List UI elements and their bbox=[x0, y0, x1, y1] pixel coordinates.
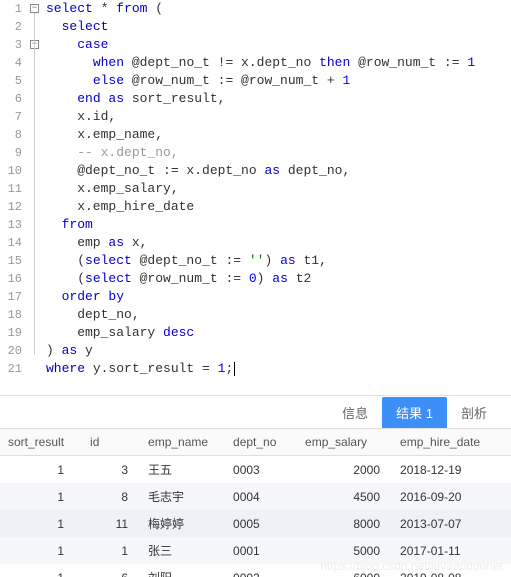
cell-emp_name: 刘阳 bbox=[140, 564, 225, 577]
cell-emp_salary: 8000 bbox=[297, 510, 392, 537]
code-line[interactable]: x.emp_name, bbox=[46, 126, 511, 144]
column-header-emp_salary[interactable]: emp_salary bbox=[297, 429, 392, 456]
line-number: 4 bbox=[0, 54, 22, 72]
tab-结果 1[interactable]: 结果 1 bbox=[382, 397, 447, 428]
line-number: 13 bbox=[0, 216, 22, 234]
line-number: 9 bbox=[0, 144, 22, 162]
code-line[interactable]: else @row_num_t := @row_num_t + 1 bbox=[46, 72, 511, 90]
cell-dept_no: 0003 bbox=[225, 456, 297, 484]
column-header-emp_name[interactable]: emp_name bbox=[140, 429, 225, 456]
line-number: 5 bbox=[0, 72, 22, 90]
code-line[interactable]: end as sort_result, bbox=[46, 90, 511, 108]
table-row[interactable]: 111梅婷婷000580002013-07-07 bbox=[0, 510, 511, 537]
code-line[interactable]: ) as y bbox=[46, 342, 511, 360]
code-line[interactable]: x.id, bbox=[46, 108, 511, 126]
cell-sort_result: 1 bbox=[0, 564, 82, 577]
code-line[interactable]: (select @row_num_t := 0) as t2 bbox=[46, 270, 511, 288]
code-line[interactable]: order by bbox=[46, 288, 511, 306]
code-line[interactable]: select bbox=[46, 18, 511, 36]
code-line[interactable]: x.emp_hire_date bbox=[46, 198, 511, 216]
line-number: 3 bbox=[0, 36, 22, 54]
code-line[interactable]: case bbox=[46, 36, 511, 54]
line-number: 10 bbox=[0, 162, 22, 180]
cell-dept_no: 0005 bbox=[225, 510, 297, 537]
cell-id: 3 bbox=[82, 456, 140, 484]
code-line[interactable]: (select @dept_no_t := '') as t1, bbox=[46, 252, 511, 270]
code-area[interactable]: select * from ( select case when @dept_n… bbox=[42, 0, 511, 395]
code-line[interactable]: select * from ( bbox=[46, 0, 511, 18]
line-number: 7 bbox=[0, 108, 22, 126]
code-line[interactable]: emp as x, bbox=[46, 234, 511, 252]
cell-dept_no: 0001 bbox=[225, 537, 297, 564]
results-header-row: sort_resultidemp_namedept_noemp_salaryem… bbox=[0, 429, 511, 456]
fold-column[interactable]: −− bbox=[28, 0, 42, 395]
cell-id: 6 bbox=[82, 564, 140, 577]
cell-emp_hire_date: 2016-09-20 bbox=[392, 483, 511, 510]
line-number: 2 bbox=[0, 18, 22, 36]
cell-id: 8 bbox=[82, 483, 140, 510]
column-header-dept_no[interactable]: dept_no bbox=[225, 429, 297, 456]
cell-emp_name: 梅婷婷 bbox=[140, 510, 225, 537]
column-header-emp_hire_date[interactable]: emp_hire_date bbox=[392, 429, 511, 456]
cell-dept_no: 0002 bbox=[225, 564, 297, 577]
code-line[interactable]: dept_no, bbox=[46, 306, 511, 324]
line-number: 18 bbox=[0, 306, 22, 324]
fold-toggle-icon[interactable]: − bbox=[30, 4, 39, 13]
line-number-gutter: 123456789101112131415161718192021 bbox=[0, 0, 28, 395]
cell-dept_no: 0004 bbox=[225, 483, 297, 510]
tab-剖析[interactable]: 剖析 bbox=[447, 397, 501, 428]
cell-sort_result: 1 bbox=[0, 456, 82, 484]
line-number: 17 bbox=[0, 288, 22, 306]
table-row[interactable]: 18毛志宇000445002016-09-20 bbox=[0, 483, 511, 510]
cell-emp_name: 张三 bbox=[140, 537, 225, 564]
code-line[interactable]: where y.sort_result = 1; bbox=[46, 360, 511, 378]
cell-sort_result: 1 bbox=[0, 510, 82, 537]
line-number: 15 bbox=[0, 252, 22, 270]
tab-信息[interactable]: 信息 bbox=[328, 397, 382, 428]
cell-emp_hire_date: 2013-07-07 bbox=[392, 510, 511, 537]
line-number: 20 bbox=[0, 342, 22, 360]
line-number: 6 bbox=[0, 90, 22, 108]
column-header-sort_result[interactable]: sort_result bbox=[0, 429, 82, 456]
line-number: 16 bbox=[0, 270, 22, 288]
cell-emp_salary: 4500 bbox=[297, 483, 392, 510]
text-cursor bbox=[234, 362, 235, 376]
line-number: 14 bbox=[0, 234, 22, 252]
line-number: 1 bbox=[0, 0, 22, 18]
cell-emp_salary: 2000 bbox=[297, 456, 392, 484]
code-line[interactable]: -- x.dept_no, bbox=[46, 144, 511, 162]
code-line[interactable]: @dept_no_t := x.dept_no as dept_no, bbox=[46, 162, 511, 180]
code-line[interactable]: from bbox=[46, 216, 511, 234]
result-tabs: 信息结果 1剖析 bbox=[0, 396, 511, 428]
watermark: https://blog.csdn.net/javaanddonet bbox=[320, 559, 503, 573]
cell-id: 11 bbox=[82, 510, 140, 537]
line-number: 21 bbox=[0, 360, 22, 378]
code-line[interactable]: when @dept_no_t != x.dept_no then @row_n… bbox=[46, 54, 511, 72]
cell-id: 1 bbox=[82, 537, 140, 564]
cell-emp_hire_date: 2018-12-19 bbox=[392, 456, 511, 484]
line-number: 12 bbox=[0, 198, 22, 216]
results-table[interactable]: sort_resultidemp_namedept_noemp_salaryem… bbox=[0, 428, 511, 577]
fold-guide-line bbox=[34, 13, 35, 355]
cell-emp_name: 毛志宇 bbox=[140, 483, 225, 510]
results-panel: sort_resultidemp_namedept_noemp_salaryem… bbox=[0, 428, 511, 577]
cell-emp_name: 王五 bbox=[140, 456, 225, 484]
code-editor[interactable]: 123456789101112131415161718192021 −− sel… bbox=[0, 0, 511, 396]
cell-sort_result: 1 bbox=[0, 483, 82, 510]
line-number: 8 bbox=[0, 126, 22, 144]
table-row[interactable]: 13王五000320002018-12-19 bbox=[0, 456, 511, 484]
code-line[interactable]: emp_salary desc bbox=[46, 324, 511, 342]
column-header-id[interactable]: id bbox=[82, 429, 140, 456]
cell-sort_result: 1 bbox=[0, 537, 82, 564]
line-number: 19 bbox=[0, 324, 22, 342]
code-line[interactable]: x.emp_salary, bbox=[46, 180, 511, 198]
line-number: 11 bbox=[0, 180, 22, 198]
